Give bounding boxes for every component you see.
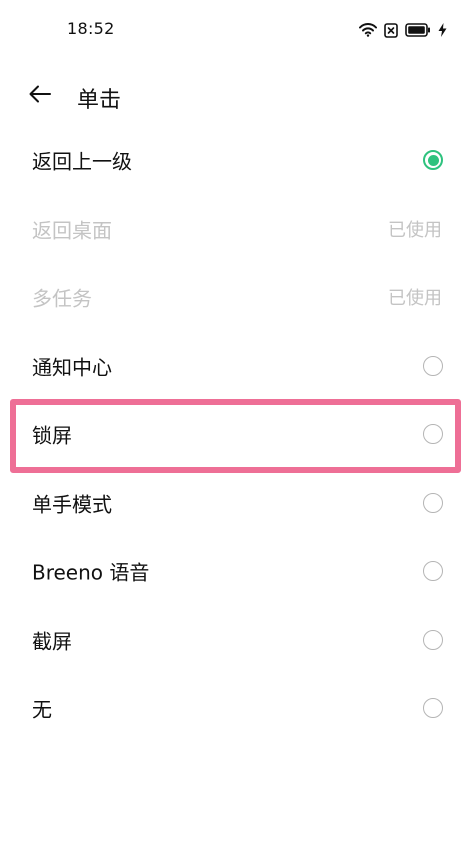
option-lock-screen[interactable]: 锁屏 <box>0 400 475 469</box>
no-sim-icon <box>384 22 398 38</box>
option-go-home: 返回桌面 已使用 <box>0 195 475 264</box>
radio-icon[interactable] <box>423 492 443 513</box>
arrow-left-icon <box>28 84 52 108</box>
option-label: 无 <box>32 697 52 722</box>
option-go-back[interactable]: 返回上一级 <box>0 126 475 195</box>
option-screenshot[interactable]: 截屏 <box>0 606 475 675</box>
option-label: 多任务 <box>32 286 92 311</box>
status-bar: 18:52 <box>0 0 475 60</box>
option-label: 单手模式 <box>32 492 112 517</box>
option-label: 返回桌面 <box>32 218 112 243</box>
battery-icon <box>405 23 431 37</box>
option-status: 已使用 <box>388 219 442 241</box>
status-time: 18:52 <box>67 19 115 38</box>
radio-selected-icon[interactable] <box>423 150 443 171</box>
option-one-hand-mode[interactable]: 单手模式 <box>0 469 475 538</box>
option-multitask: 多任务 已使用 <box>0 263 475 332</box>
page-title: 单击 <box>77 88 122 113</box>
wifi-icon <box>359 23 377 37</box>
radio-icon[interactable] <box>423 424 443 445</box>
option-status: 已使用 <box>388 288 442 310</box>
option-label: 返回上一级 <box>32 149 132 174</box>
radio-icon[interactable] <box>423 355 443 376</box>
header: 单击 <box>0 70 475 120</box>
option-label: Breeno 语音 <box>32 560 150 585</box>
option-notification-center[interactable]: 通知中心 <box>0 332 475 401</box>
option-label: 截屏 <box>32 629 72 654</box>
radio-icon[interactable] <box>423 561 443 582</box>
option-breeno-voice[interactable]: Breeno 语音 <box>0 537 475 606</box>
option-none[interactable]: 无 <box>0 674 475 743</box>
option-list: 返回上一级 返回桌面 已使用 多任务 已使用 通知中心 锁屏 单手模式 Bree… <box>0 126 475 743</box>
back-button[interactable] <box>22 78 58 114</box>
screen: 18:52 单击 返回上一级 返回桌面 已使用 多任务 已使用 通知中心 锁屏 … <box>0 0 475 844</box>
option-label: 锁屏 <box>32 423 72 448</box>
option-label: 通知中心 <box>32 355 112 380</box>
radio-icon[interactable] <box>423 698 443 719</box>
status-icons <box>359 20 447 40</box>
radio-icon[interactable] <box>423 629 443 650</box>
charging-icon <box>438 23 447 37</box>
